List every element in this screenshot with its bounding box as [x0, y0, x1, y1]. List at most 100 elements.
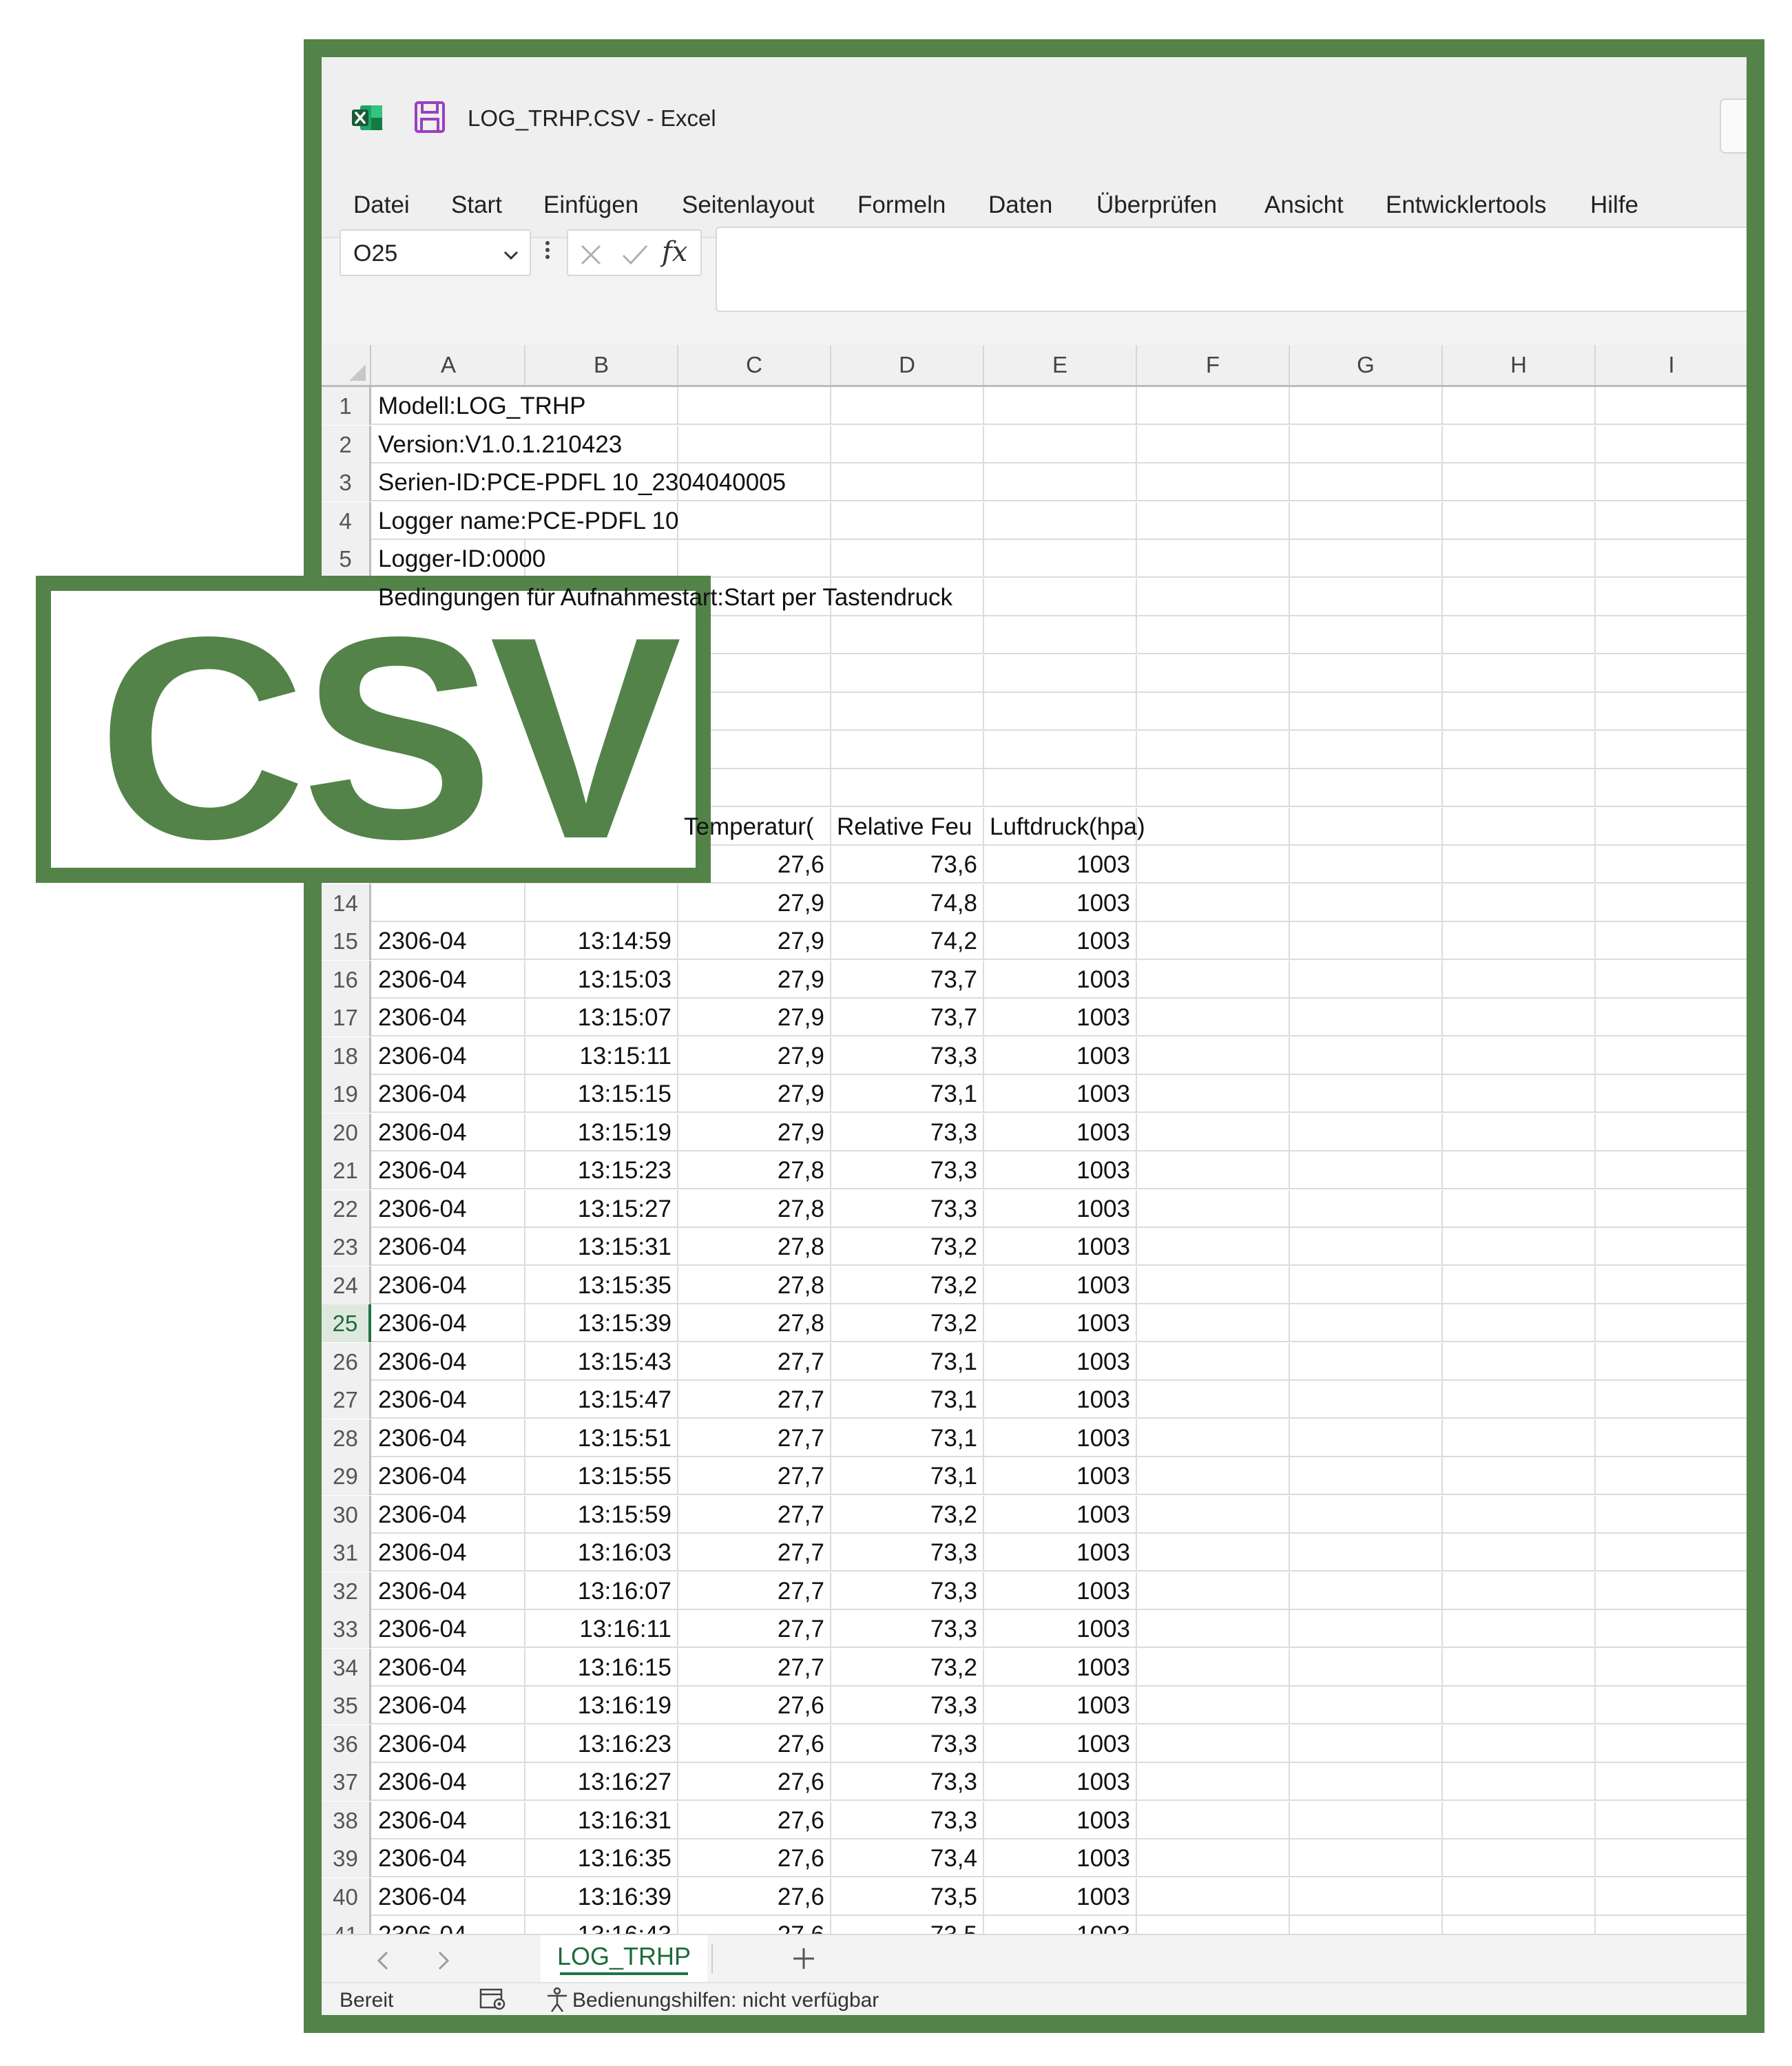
cell-time[interactable]: 13:16:11 [525, 1610, 678, 1648]
cell-humidity[interactable]: 73,7 [831, 999, 984, 1036]
grid-cell[interactable] [1596, 1802, 1747, 1839]
grid-cell[interactable] [1137, 1495, 1290, 1534]
grid-cell[interactable] [831, 731, 984, 769]
grid-cell[interactable] [1443, 846, 1596, 884]
cell-pressure[interactable]: 1003 [984, 1419, 1137, 1457]
grid-cell[interactable] [1443, 1877, 1596, 1916]
grid-cell[interactable] [1137, 1916, 1290, 1934]
grid-cell[interactable] [1290, 1763, 1443, 1801]
grid-cell[interactable] [1290, 731, 1443, 769]
menu-seitenlayout[interactable]: Seitenlayout [682, 191, 815, 219]
grid-cell[interactable] [1443, 1610, 1596, 1648]
menu-start[interactable]: Start [451, 191, 502, 219]
grid-cell[interactable] [1596, 1457, 1747, 1495]
grid-cell[interactable] [1137, 846, 1290, 884]
grid-cell[interactable] [1290, 1457, 1443, 1495]
row-number[interactable]: 3 [322, 463, 371, 501]
grid-cell[interactable] [1137, 1113, 1290, 1151]
grid-cell[interactable] [1443, 1304, 1596, 1342]
cell-humidity[interactable]: 73,3 [831, 1113, 984, 1151]
grid-cell[interactable] [1596, 1304, 1747, 1342]
cell-pressure[interactable]: 1003 [984, 1763, 1137, 1801]
cell-temperature[interactable]: 27,6 [678, 1877, 831, 1916]
header-cell-temperature[interactable]: Temperatur( [678, 807, 831, 846]
cell-pressure[interactable]: 1003 [984, 999, 1137, 1036]
grid-cell[interactable] [1596, 1075, 1747, 1113]
grid-cell[interactable] [1137, 654, 1290, 693]
row-number[interactable]: 40 [322, 1877, 371, 1916]
grid-cell[interactable] [1443, 1266, 1596, 1304]
grid-cell[interactable] [1443, 1572, 1596, 1610]
cell-date[interactable]: 2306-04 [373, 1839, 525, 1877]
grid-cell[interactable] [1290, 1610, 1443, 1648]
cell-pressure[interactable]: 1003 [984, 1228, 1137, 1266]
grid-cell[interactable] [1596, 1190, 1747, 1228]
cell-pressure[interactable]: 1003 [984, 960, 1137, 999]
menu-daten[interactable]: Daten [988, 191, 1052, 219]
metadata-cell[interactable]: Logger-ID:0000 [373, 540, 1337, 578]
grid-cell[interactable] [1596, 1687, 1747, 1724]
cell-temperature[interactable]: 27,8 [678, 1189, 831, 1228]
grid-cell[interactable] [1290, 1572, 1443, 1610]
cell-time[interactable]: 13:16:39 [525, 1877, 678, 1916]
row-number[interactable]: 29 [322, 1457, 371, 1495]
row-number[interactable]: 35 [322, 1687, 371, 1724]
grid-cell[interactable] [1290, 884, 1443, 922]
cell-temperature[interactable]: 27,7 [678, 1495, 831, 1534]
cell-date[interactable]: 2306-04 [373, 1763, 525, 1801]
grid-cell[interactable] [1137, 1304, 1290, 1342]
grid-cell[interactable] [1443, 693, 1596, 731]
cell-time[interactable]: 13:15:35 [525, 1266, 678, 1304]
row-number[interactable]: 20 [322, 1113, 371, 1151]
grid-cell[interactable] [1443, 1113, 1596, 1151]
cell-date[interactable]: 2306-04 [373, 1113, 525, 1151]
row-number[interactable]: 25 [322, 1304, 371, 1342]
column-header-e[interactable]: E [984, 345, 1137, 385]
grid-cell[interactable] [1443, 1342, 1596, 1381]
row-number[interactable]: 39 [322, 1839, 371, 1877]
cell-date[interactable]: 2306-04 [373, 922, 525, 960]
cell-humidity[interactable]: 73,2 [831, 1648, 984, 1687]
cell-pressure[interactable]: 1003 [984, 1266, 1137, 1304]
row-number[interactable]: 1 [322, 387, 371, 425]
search-box[interactable] [1720, 98, 1747, 154]
cell-date[interactable]: 2306-04 [373, 1304, 525, 1342]
grid-cell[interactable] [1443, 1381, 1596, 1419]
column-header-b[interactable]: B [525, 345, 678, 385]
cell-humidity[interactable]: 73,4 [831, 1839, 984, 1877]
grid-cell[interactable] [1596, 1381, 1747, 1419]
cell-date[interactable]: 2306-04 [373, 1228, 525, 1266]
column-header-a[interactable]: A [373, 345, 525, 385]
cell-time[interactable]: 13:15:47 [525, 1381, 678, 1419]
cell-time[interactable]: 13:16:03 [525, 1534, 678, 1572]
grid-cell[interactable] [1290, 1266, 1443, 1304]
cell-temperature[interactable]: 27,8 [678, 1266, 831, 1304]
grid-cell[interactable] [1596, 426, 1747, 463]
cell-time[interactable]: 13:15:27 [525, 1189, 678, 1228]
cell-time[interactable]: 13:16:19 [525, 1687, 678, 1724]
cell-date[interactable]: 2306-04 [373, 1687, 525, 1724]
grid-cell[interactable] [1137, 769, 1290, 807]
cell-time[interactable]: 13:15:55 [525, 1457, 678, 1495]
chevron-down-icon[interactable] [502, 246, 520, 264]
cell-pressure[interactable]: 1003 [984, 884, 1137, 922]
cell-humidity[interactable]: 73,7 [831, 960, 984, 999]
grid-cell[interactable] [1443, 578, 1596, 616]
row-number[interactable]: 32 [322, 1572, 371, 1610]
cell-time[interactable]: 13:16:27 [525, 1763, 678, 1801]
cell-pressure[interactable]: 1003 [984, 1495, 1137, 1534]
grid-cell[interactable] [1290, 1495, 1443, 1534]
grid-cell[interactable] [1137, 1189, 1290, 1228]
grid-cell[interactable] [1443, 769, 1596, 807]
select-all-corner[interactable] [322, 345, 371, 385]
menu-ueberpruefen[interactable]: Überprüfen [1096, 191, 1217, 219]
cell-humidity[interactable]: 73,3 [831, 1534, 984, 1572]
column-header-c[interactable]: C [678, 345, 831, 385]
grid-cell[interactable] [1443, 999, 1596, 1036]
row-number[interactable]: 23 [322, 1228, 371, 1266]
grid-cell[interactable] [1596, 1266, 1747, 1304]
grid-cell[interactable] [1596, 1114, 1747, 1151]
cell-date[interactable]: 2306-04 [373, 1916, 525, 1934]
cell-humidity[interactable]: 74,2 [831, 922, 984, 960]
cell-pressure[interactable]: 1003 [984, 846, 1137, 884]
